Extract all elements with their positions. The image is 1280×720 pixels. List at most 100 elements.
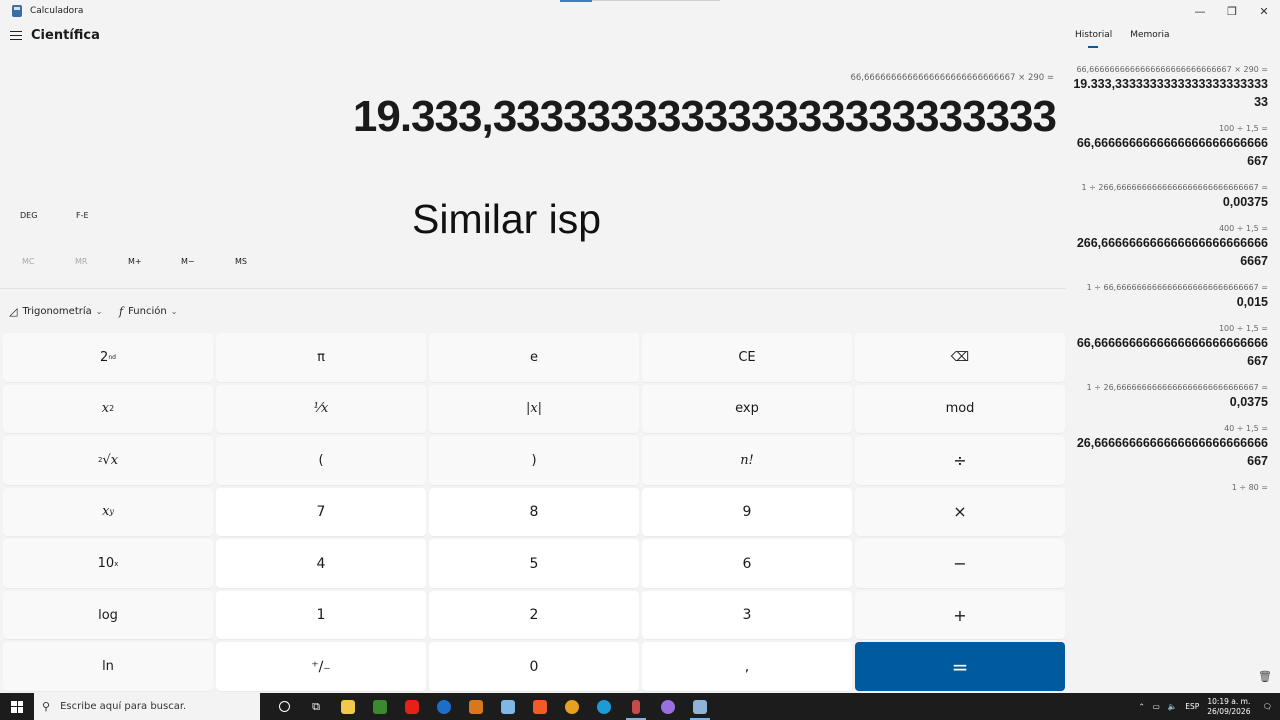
digit-2-button[interactable]: 2	[429, 590, 639, 640]
close-button[interactable]: ✕	[1248, 0, 1280, 22]
history-result: 266,6666666666666666666666666667	[1076, 236, 1268, 268]
absolute-value-button[interactable]: |x|	[429, 384, 639, 434]
history-item[interactable]: 40 ÷ 1,5 = 26,666666666666666666666666666…	[1070, 423, 1268, 470]
triangle-icon: ◿	[9, 305, 18, 318]
game-icon[interactable]	[460, 693, 492, 720]
edge-legacy-icon[interactable]	[428, 693, 460, 720]
history-item[interactable]: 1 ÷ 26,6666666666666666666666666667 = 0,0…	[1070, 382, 1268, 411]
modulo-button[interactable]: mod	[855, 384, 1065, 434]
history-result: 0,015	[1236, 295, 1268, 309]
minimize-button[interactable]: —	[1184, 0, 1216, 22]
history-expression: 1 ÷ 26,6666666666666666666666666667 =	[1086, 383, 1268, 392]
taskbar-apps: ⧉	[268, 693, 716, 720]
chevron-up-icon[interactable]: ⌃	[1138, 702, 1144, 711]
history-item[interactable]: 100 ÷ 1,5 = 66,66666666666666666666666666…	[1070, 123, 1268, 170]
history-item[interactable]: 400 ÷ 1,5 = 266,6666666666666666666666666…	[1070, 223, 1268, 270]
history-item[interactable]: 1 ÷ 66,6666666666666666666666666667 = 0,0…	[1070, 282, 1268, 311]
edge-icon[interactable]	[588, 693, 620, 720]
file-explorer-icon[interactable]	[332, 693, 364, 720]
clock[interactable]: 10:19 a. m. 26/09/2026	[1207, 697, 1250, 717]
volume-icon[interactable]: 🔈	[1168, 702, 1177, 711]
digit-1-button[interactable]: 1	[216, 590, 426, 640]
taskbar-search-box[interactable]: ⚲ Escribe aquí para buscar.	[34, 693, 260, 720]
notepad-icon[interactable]	[492, 693, 524, 720]
square-root-button[interactable]: 2 √x	[3, 436, 213, 485]
trigonometry-dropdown[interactable]: ◿ Trigonometría ⌄	[9, 305, 102, 318]
second-function-button[interactable]: 2nd	[3, 333, 213, 382]
memory-store-button[interactable]: MS	[235, 257, 247, 266]
history-expression: 66,6666666666666666666666666667 × 290 =	[1076, 65, 1268, 74]
power-button[interactable]: xy	[3, 487, 213, 537]
task-view-icon[interactable]: ⧉	[300, 693, 332, 720]
pinned-app-icon[interactable]	[620, 693, 652, 720]
euler-button[interactable]: e	[429, 333, 639, 382]
right-paren-button[interactable]: )	[429, 436, 639, 485]
history-result: 19.333,333333333333333333333333	[1073, 77, 1268, 109]
reciprocal-button[interactable]: ⅟x	[216, 384, 426, 434]
minecraft-icon[interactable]	[364, 693, 396, 720]
multiply-button[interactable]: ×	[855, 487, 1065, 537]
backspace-button[interactable]: ⌫	[855, 333, 1065, 382]
search-icon: ⚲	[42, 700, 51, 713]
history-item[interactable]: 100 ÷ 1,5 = 66,66666666666666666666666666…	[1070, 323, 1268, 370]
calculator-taskbar-icon[interactable]	[684, 693, 716, 720]
start-button[interactable]	[0, 693, 34, 720]
ten-power-button[interactable]: 10 x	[3, 539, 213, 588]
maximize-button[interactable]: ❐	[1216, 0, 1248, 22]
equals-button[interactable]: =	[855, 642, 1065, 691]
youtube-icon[interactable]	[396, 693, 428, 720]
tab-history[interactable]: Historial	[1075, 30, 1112, 48]
history-expression: 1 ÷ 66,6666666666666666666666666667 =	[1086, 283, 1268, 292]
function-label: Función	[128, 306, 167, 317]
divide-button[interactable]: ÷	[855, 436, 1065, 485]
memory-add-button[interactable]: M+	[128, 257, 142, 266]
subtract-button[interactable]: −	[855, 539, 1065, 588]
function-icon: f	[119, 305, 124, 318]
chrome-icon[interactable]	[556, 693, 588, 720]
pi-button[interactable]: π	[216, 333, 426, 382]
digit-4-button[interactable]: 4	[216, 539, 426, 588]
function-dropdown[interactable]: f Función ⌄	[119, 305, 177, 318]
digit-6-button[interactable]: 6	[642, 539, 852, 588]
hamburger-menu-icon[interactable]	[10, 31, 22, 41]
history-item[interactable]: 66,6666666666666666666666666667 × 290 = 1…	[1070, 64, 1268, 111]
digit-5-button[interactable]: 5	[429, 539, 639, 588]
digit-9-button[interactable]: 9	[642, 487, 852, 537]
digit-8-button[interactable]: 8	[429, 487, 639, 537]
clear-entry-button[interactable]: CE	[642, 333, 852, 382]
windows-logo-icon	[11, 700, 23, 713]
tab-memory[interactable]: Memoria	[1130, 30, 1169, 40]
language-indicator[interactable]: ESP	[1185, 702, 1199, 711]
backspace-icon: ⌫	[950, 349, 970, 365]
maps-icon[interactable]	[652, 693, 684, 720]
decimal-button[interactable]: ,	[642, 642, 852, 691]
exp-button[interactable]: exp	[642, 384, 852, 434]
window-controls: — ❐ ✕	[1184, 0, 1280, 22]
negate-button[interactable]: ⁺∕₋	[216, 642, 426, 691]
square-button[interactable]: x2	[3, 384, 213, 434]
result-display: 19.333,333333333333333333333333	[352, 92, 1057, 141]
digit-7-button[interactable]: 7	[216, 487, 426, 537]
calculator-app-icon	[12, 5, 22, 17]
trash-icon[interactable]: 🗑	[1258, 670, 1272, 683]
memory-clear-button[interactable]: MC	[22, 257, 35, 266]
add-button[interactable]: +	[855, 590, 1065, 640]
history-result: 0,00375	[1222, 195, 1268, 209]
brave-browser-icon[interactable]	[524, 693, 556, 720]
fe-toggle-button[interactable]: F-E	[76, 211, 89, 220]
log-button[interactable]: log	[3, 590, 213, 640]
history-item[interactable]: 1 ÷ 80 =	[1070, 482, 1268, 493]
digit-0-button[interactable]: 0	[429, 642, 639, 691]
network-icon[interactable]: ▭	[1153, 702, 1160, 711]
memory-recall-button[interactable]: MR	[75, 257, 87, 266]
memory-subtract-button[interactable]: M−	[181, 257, 195, 266]
clock-time: 10:19 a. m.	[1207, 696, 1251, 706]
left-paren-button[interactable]: (	[216, 436, 426, 485]
history-item[interactable]: 1 ÷ 266,6666666666666666666666666667 = 0,…	[1070, 182, 1268, 211]
notifications-icon[interactable]: 🗨	[1262, 702, 1272, 711]
cortana-icon[interactable]	[268, 693, 300, 720]
natural-log-button[interactable]: ln	[3, 642, 213, 691]
digit-3-button[interactable]: 3	[642, 590, 852, 640]
angle-mode-button[interactable]: DEG	[20, 211, 37, 220]
factorial-button[interactable]: n!	[642, 436, 852, 485]
